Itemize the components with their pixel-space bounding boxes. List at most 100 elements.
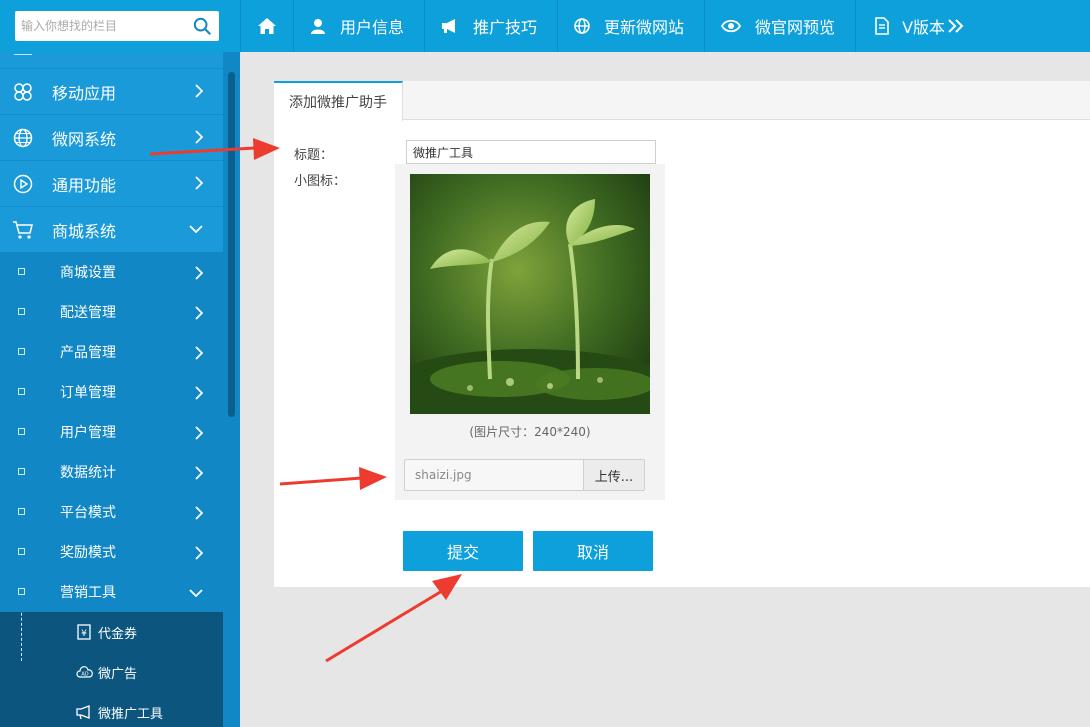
svg-text:¥: ¥ [81,629,87,639]
nav-user-info[interactable]: 用户信息 [293,0,424,52]
tab-bar: 添加微推广助手 [274,81,1090,121]
sidebar-sub-label: 营销工具 [60,585,116,601]
nav-update-site[interactable]: 更新微网站 [557,0,704,52]
document-icon [875,17,889,35]
image-size-hint: (图片尺寸：240*240) [469,425,591,439]
svg-text:AD: AD [81,672,88,678]
sidebar-item-mobile-apps[interactable]: 移动应用 [0,68,223,114]
clover-icon [12,81,34,103]
sprout-image [410,174,650,414]
sidebar-third-voucher[interactable]: ¥ 代金券 [0,612,223,652]
tree-node-marker [18,428,25,435]
chevron-right-icon [195,346,203,360]
sidebar-sub-label: 用户管理 [60,425,116,441]
search-icon[interactable] [193,17,211,35]
sidebar-item-label: 移动应用 [52,83,117,103]
sidebar-sub-label: 产品管理 [60,345,116,361]
sidebar-sub-products[interactable]: 产品管理 [0,332,223,372]
tree-node-marker [18,268,25,275]
file-name: shaizi.jpg [415,468,472,482]
voucher-icon: ¥ [76,623,94,641]
upload-button[interactable]: 上传... [583,460,644,490]
tree-node-marker [18,508,25,515]
chevron-right-icon [195,386,203,400]
tree-node-marker [18,548,25,555]
eye-icon [721,19,742,33]
sidebar-item-label: 商城系统 [52,221,117,241]
chevron-right-icon [195,546,203,560]
sidebar-item-micro-site[interactable]: 微网系统 [0,114,223,160]
title-input[interactable] [406,140,656,164]
sidebar-sub-label: 订单管理 [60,385,116,401]
sidebar-item-common-functions[interactable]: 通用功能 [0,160,223,206]
sidebar-item-mall-system[interactable]: 商城系统 [0,206,223,252]
nav-update-site-label: 更新微网站 [604,18,685,37]
tree-node-marker [18,588,25,595]
sidebar-third-label: 代金券 [98,626,138,642]
chevron-right-icon [195,466,203,480]
sidebar-sub-orders[interactable]: 订单管理 [0,372,223,412]
top-bar: 用户信息 推广技巧 更新微网站 微官网预览 [0,0,1090,52]
megaphone-icon [442,19,456,33]
nav-version[interactable]: V版本 [855,0,985,52]
annotation-arrow [325,574,462,663]
icon-upload-box: (图片尺寸：240*240) shaizi.jpg 上传... [395,164,665,500]
cancel-button[interactable]: 取消 [533,531,653,571]
sidebar-third-label: 微推广工具 [98,706,164,722]
sidebar: 移动应用 微网系统 通用功能 商城系统 商城设置 配送管理 产品管理 订单管理 … [0,52,223,727]
top-nav: 用户信息 推广技巧 更新微网站 微官网预览 V版本 [240,0,985,52]
sidebar-sub-platform-mode[interactable]: 平台模式 [0,492,223,532]
chevron-right-icon [195,84,203,98]
sidebar-sub-delivery[interactable]: 配送管理 [0,292,223,332]
user-icon [311,19,325,34]
sidebar-sub-label: 商城设置 [60,265,116,281]
tree-node-marker [18,468,25,475]
chevron-right-icon [195,130,203,144]
globe-icon [574,18,590,34]
tab-add-promo-helper[interactable]: 添加微推广助手 [274,81,403,121]
nav-promo-tips[interactable]: 推广技巧 [424,0,557,52]
sidebar-sub-label: 平台模式 [60,505,116,521]
ad-cloud-icon: AD [76,663,94,681]
sidebar-third-promo-tool[interactable]: 微推广工具 [0,692,223,727]
chevron-down-icon [189,225,203,233]
sidebar-sub-label: 数据统计 [60,465,116,481]
play-circle-icon [12,173,34,195]
sidebar-third-micro-ad[interactable]: AD 微广告 [0,652,223,692]
chevron-right-icon [195,266,203,280]
nav-user-info-label: 用户信息 [340,18,405,37]
sidebar-top-stub [0,52,223,68]
sidebar-sub-label: 配送管理 [60,305,116,321]
form-panel: 添加微推广助手 标题： 小图标： [274,81,1090,587]
home-button[interactable] [240,0,293,52]
chevron-right-icon [195,306,203,320]
title-label: 标题： [294,148,334,163]
icon-preview-image [410,174,650,414]
megaphone-icon [76,703,94,721]
small-icon-label: 小图标： [294,174,347,189]
sidebar-third-label: 微广告 [98,666,138,682]
nav-site-preview[interactable]: 微官网预览 [704,0,855,52]
tree-node-marker [18,308,25,315]
nav-version-label: V版本 [902,18,946,37]
tree-node-marker [18,348,25,355]
tree-node-marker [18,388,25,395]
search-input[interactable] [15,11,185,41]
file-upload-field[interactable]: shaizi.jpg 上传... [404,459,645,491]
sidebar-sub-reward-mode[interactable]: 奖励模式 [0,532,223,572]
chevron-down-icon [189,589,203,597]
chevron-right-icon [195,506,203,520]
cart-icon [12,219,34,241]
sidebar-sub-users[interactable]: 用户管理 [0,412,223,452]
sidebar-scrollbar-thumb[interactable] [228,72,235,417]
sidebar-sub-mall-settings[interactable]: 商城设置 [0,252,223,292]
sidebar-item-label: 微网系统 [52,129,117,149]
search-box [15,11,219,41]
chevron-right-icon [195,176,203,190]
sidebar-sub-marketing-tools[interactable]: 营销工具 [0,572,223,612]
sidebar-sub-statistics[interactable]: 数据统计 [0,452,223,492]
sidebar-item-label: 通用功能 [52,175,117,195]
home-icon [258,18,276,34]
sidebar-sub-label: 奖励模式 [60,545,116,561]
submit-button[interactable]: 提交 [403,531,523,571]
